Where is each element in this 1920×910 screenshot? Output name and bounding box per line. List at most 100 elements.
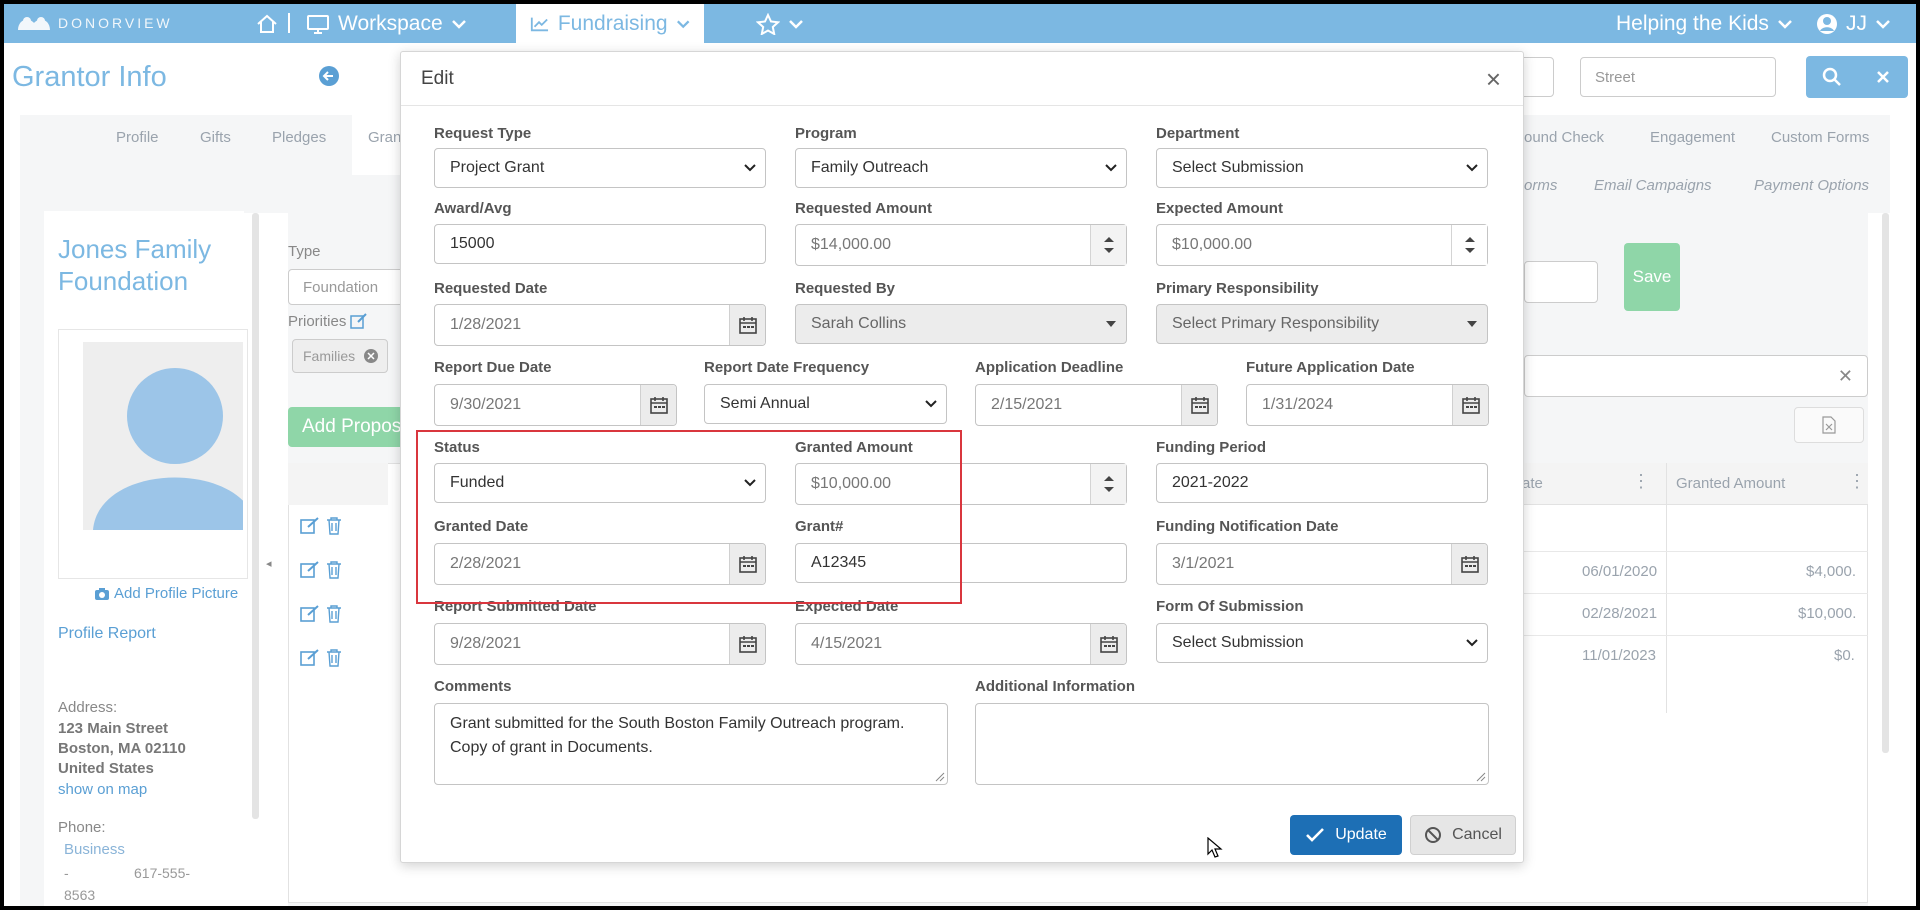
clear-filter-icon[interactable]: ✕ xyxy=(1838,366,1853,387)
tab-profile[interactable]: Profile xyxy=(116,129,159,146)
report-date-frequency-select[interactable]: Semi Annual xyxy=(704,384,947,424)
chevron-down-icon xyxy=(1457,638,1487,648)
checkmark-icon xyxy=(1306,828,1325,842)
edit-icon[interactable] xyxy=(300,605,320,623)
date-picker-button[interactable] xyxy=(729,305,765,345)
tab-gifts[interactable]: Gifts xyxy=(200,129,231,146)
type-field[interactable]: Foundation xyxy=(288,269,408,305)
comments-textarea[interactable]: Grant submitted for the South Boston Fam… xyxy=(434,703,948,785)
priority-chip-label: Families xyxy=(303,348,356,364)
priority-chip[interactable]: Families xyxy=(292,339,388,373)
caret-down-icon[interactable] xyxy=(1103,486,1115,493)
amount-stepper[interactable] xyxy=(1090,225,1126,265)
update-button[interactable]: Update xyxy=(1290,815,1402,855)
grid-header-granted-amount[interactable]: Granted Amount xyxy=(1676,475,1785,492)
caret-up-icon[interactable] xyxy=(1103,236,1115,243)
column-menu-icon[interactable]: ⋮ xyxy=(1848,471,1866,492)
chart-line-icon xyxy=(530,17,549,31)
resize-grip-icon[interactable] xyxy=(1476,772,1486,782)
grid-header-date[interactable]: ate xyxy=(1522,475,1543,492)
requested-by-select[interactable]: Sarah Collins xyxy=(795,304,1127,344)
grantor-name: Jones Family Foundation xyxy=(58,234,212,296)
column-menu-icon[interactable]: ⋮ xyxy=(1632,471,1650,492)
partial-input[interactable] xyxy=(1524,261,1598,303)
trash-icon[interactable] xyxy=(326,605,342,623)
tab-custom-forms[interactable]: Custom Forms xyxy=(1771,129,1869,146)
tab-grants[interactable]: Gran xyxy=(368,129,401,146)
close-dialog-button[interactable]: × xyxy=(1486,64,1501,95)
back-arrow-icon[interactable] xyxy=(318,65,340,87)
program-select[interactable]: Family Outreach xyxy=(795,148,1127,188)
caret-down-icon[interactable] xyxy=(1103,247,1115,254)
date-picker-button[interactable] xyxy=(1452,385,1488,425)
tab-forms[interactable]: orms xyxy=(1524,177,1557,194)
tab-background-check[interactable]: ound Check xyxy=(1524,129,1604,146)
expected-date-input[interactable]: 4/15/2021 xyxy=(795,623,1127,665)
search-button[interactable] xyxy=(1806,56,1857,98)
primary-responsibility-select[interactable]: Select Primary Responsibility xyxy=(1156,304,1488,344)
future-application-date-input[interactable]: 1/31/2024 xyxy=(1246,384,1489,426)
home-icon xyxy=(257,14,277,33)
fundraising-menu[interactable]: Fundraising xyxy=(516,4,704,43)
page-scrollbar[interactable] xyxy=(1882,213,1889,753)
street-search-input[interactable]: Street xyxy=(1580,57,1776,97)
edit-icon[interactable] xyxy=(350,313,368,329)
caret-up-icon[interactable] xyxy=(1103,475,1115,482)
additional-information-textarea[interactable] xyxy=(975,703,1489,785)
amount-stepper[interactable] xyxy=(1451,225,1487,265)
tab-email-campaigns[interactable]: Email Campaigns xyxy=(1594,177,1712,194)
date-picker-button[interactable] xyxy=(640,385,676,425)
add-profile-picture-label: Add Profile Picture xyxy=(114,585,239,602)
show-on-map-link[interactable]: show on map xyxy=(58,781,147,798)
type-value: Foundation xyxy=(303,278,379,296)
home-button[interactable] xyxy=(256,4,278,43)
brand-logo[interactable]: DONORVIEW xyxy=(16,12,173,34)
edit-icon[interactable] xyxy=(300,561,320,579)
caret-up-icon[interactable] xyxy=(1464,236,1476,243)
resize-grip-icon[interactable] xyxy=(935,772,945,782)
brand-name: DONORVIEW xyxy=(58,15,173,31)
funding-notification-date-input[interactable]: 3/1/2021 xyxy=(1156,543,1488,585)
profile-report-link[interactable]: Profile Report xyxy=(58,625,156,643)
dialog-title: Edit xyxy=(421,68,454,89)
user-menu[interactable]: JJ xyxy=(1816,4,1891,43)
edit-icon[interactable] xyxy=(300,517,320,535)
request-type-select[interactable]: Project Grant xyxy=(434,148,766,188)
favorites-menu[interactable] xyxy=(756,4,804,43)
add-proposal-button[interactable]: Add Propos xyxy=(288,407,408,447)
caret-down-icon[interactable] xyxy=(1464,247,1476,254)
report-due-date-input[interactable]: 9/30/2021 xyxy=(434,384,677,426)
date-picker-button[interactable] xyxy=(1451,544,1487,584)
requested-date-input[interactable]: 1/28/2021 xyxy=(434,304,766,346)
clear-search-button[interactable] xyxy=(1857,56,1908,98)
save-button[interactable]: Save xyxy=(1624,243,1680,311)
date-picker-button[interactable] xyxy=(729,624,765,664)
requested-amount-input[interactable]: $14,000.00 xyxy=(795,224,1127,266)
tab-pledges[interactable]: Pledges xyxy=(272,129,326,146)
edit-icon[interactable] xyxy=(300,649,320,667)
workspace-menu[interactable]: Workspace xyxy=(306,4,467,43)
amount-stepper[interactable] xyxy=(1090,464,1126,504)
filter-input[interactable]: ✕ xyxy=(1524,355,1868,397)
remove-chip-icon[interactable] xyxy=(363,348,379,364)
add-profile-picture-link[interactable]: Add Profile Picture xyxy=(94,585,238,602)
application-deadline-input[interactable]: 2/15/2021 xyxy=(975,384,1218,426)
trash-icon[interactable] xyxy=(326,649,342,667)
expected-amount-input[interactable]: $10,000.00 xyxy=(1156,224,1488,266)
award-avg-input[interactable]: 15000 xyxy=(434,224,766,264)
tab-payment-options[interactable]: Payment Options xyxy=(1754,177,1869,194)
department-select[interactable]: Select Submission xyxy=(1156,148,1488,188)
sidebar-scrollbar[interactable] xyxy=(252,213,259,819)
date-picker-button[interactable] xyxy=(1090,624,1126,664)
form-of-submission-select[interactable]: Select Submission xyxy=(1156,623,1488,663)
funding-period-input[interactable]: 2021-2022 xyxy=(1156,463,1488,503)
trash-icon[interactable] xyxy=(326,561,342,579)
report-submitted-date-input[interactable]: 9/28/2021 xyxy=(434,623,766,665)
trash-icon[interactable] xyxy=(326,517,342,535)
export-excel-button[interactable] xyxy=(1794,407,1864,443)
tab-engagement[interactable]: Engagement xyxy=(1650,129,1735,146)
cancel-button[interactable]: Cancel xyxy=(1410,815,1516,855)
collapse-sidebar-handle[interactable]: ◂ xyxy=(266,557,272,570)
date-picker-button[interactable] xyxy=(1181,385,1217,425)
org-selector[interactable]: Helping the Kids xyxy=(1616,4,1793,43)
